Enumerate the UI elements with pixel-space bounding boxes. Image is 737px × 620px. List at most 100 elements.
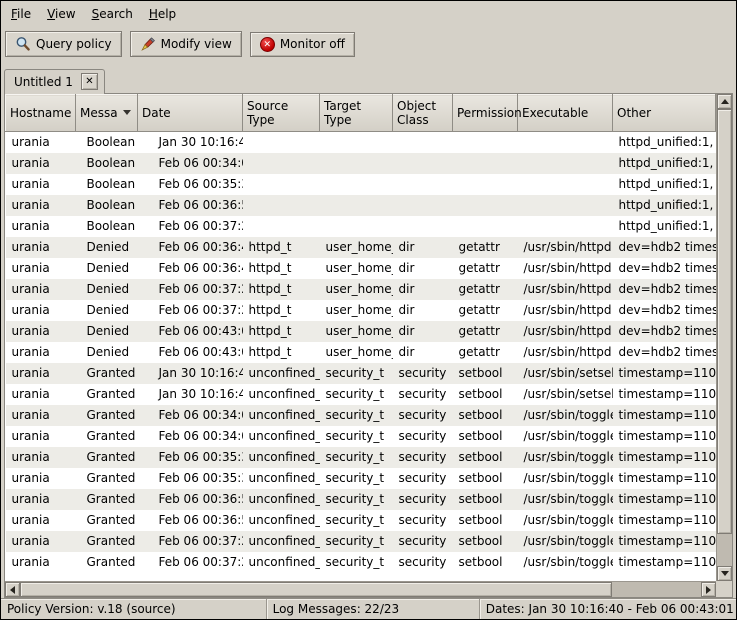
table-row[interactable]: uraniaDeniedFeb 06 00:37:27httpd_tuser_h… — [6, 279, 716, 300]
horizontal-scrollbar-thumb[interactable] — [20, 582, 612, 597]
table-row[interactable]: uraniaGrantedFeb 06 00:37:25unconfined_s… — [6, 552, 716, 573]
table-row[interactable]: uraniaGrantedFeb 06 00:36:56unconfined_s… — [6, 489, 716, 510]
table-cell: urania — [6, 531, 76, 552]
menu-file[interactable]: File — [3, 4, 39, 24]
modify-view-label: Modify view — [161, 37, 232, 51]
scroll-down-button[interactable] — [717, 566, 732, 581]
table-cell: httpd_unified:1, h — [613, 174, 716, 195]
table-row[interactable]: uraniaBooleanJan 30 10:16:40httpd_unifie… — [6, 132, 716, 153]
table-row[interactable]: uraniaGrantedJan 30 10:16:40unconfined_s… — [6, 384, 716, 405]
monitor-off-icon: ✕ — [260, 37, 275, 52]
table-cell: timestamp=11076 — [613, 447, 716, 468]
menu-help[interactable]: Help — [141, 4, 184, 24]
table-cell: Feb 06 00:36:56 — [138, 510, 243, 531]
table-cell: Feb 06 00:35:35 — [138, 174, 243, 195]
table-cell: setbool — [453, 405, 518, 426]
table-row[interactable]: uraniaGrantedFeb 06 00:36:56unconfined_s… — [6, 510, 716, 531]
magnifier-icon — [15, 36, 31, 52]
table-row[interactable]: uraniaBooleanFeb 06 00:36:56httpd_unifie… — [6, 195, 716, 216]
table-cell: Denied — [76, 300, 138, 321]
toolbar: Query policy Modify view ✕ Monitor off — [1, 26, 736, 64]
table-cell: security — [393, 489, 453, 510]
table-row[interactable]: uraniaBooleanFeb 06 00:34:01httpd_unifie… — [6, 153, 716, 174]
table-cell: getattr — [453, 258, 518, 279]
table-cell: setbool — [453, 447, 518, 468]
table-cell: /usr/sbin/toggle — [518, 426, 613, 447]
table-cell: /usr/sbin/httpd — [518, 279, 613, 300]
menu-search[interactable]: Search — [84, 4, 141, 24]
scroll-right-button[interactable] — [701, 582, 716, 597]
horizontal-scrollbar[interactable] — [5, 581, 716, 597]
table-cell — [453, 216, 518, 237]
table-cell: getattr — [453, 237, 518, 258]
table-cell: dev=hdb2 timesta — [613, 279, 716, 300]
table-cell: urania — [6, 237, 76, 258]
menu-view[interactable]: View — [39, 4, 83, 24]
table-body: uraniaBooleanJan 30 10:16:40httpd_unifie… — [6, 132, 716, 573]
table-cell: httpd_t — [243, 321, 320, 342]
column-header-object-class[interactable]: Object Class — [393, 95, 453, 132]
table-cell: unconfined_ — [243, 426, 320, 447]
table-cell — [518, 216, 613, 237]
table-cell: security_t — [320, 384, 393, 405]
table-cell: dir — [393, 279, 453, 300]
table-cell — [393, 153, 453, 174]
table-row[interactable]: uraniaDeniedFeb 06 00:43:01httpd_tuser_h… — [6, 321, 716, 342]
table-row[interactable]: uraniaGrantedFeb 06 00:35:35unconfined_s… — [6, 447, 716, 468]
table-cell: Feb 06 00:34:01 — [138, 426, 243, 447]
vertical-scrollbar[interactable] — [716, 94, 732, 581]
scroll-up-button[interactable] — [717, 94, 732, 109]
column-header-message[interactable]: Messa — [76, 95, 138, 132]
modify-view-button[interactable]: Modify view — [130, 31, 242, 57]
table-row[interactable]: uraniaGrantedFeb 06 00:34:01unconfined_s… — [6, 426, 716, 447]
table-row[interactable]: uraniaGrantedFeb 06 00:35:35unconfined_s… — [6, 468, 716, 489]
column-header-permission[interactable]: Permission — [453, 95, 518, 132]
table-cell: /usr/sbin/toggle — [518, 552, 613, 573]
column-header-hostname[interactable]: Hostname — [6, 95, 76, 132]
table-cell: /usr/sbin/httpd — [518, 237, 613, 258]
column-header-date[interactable]: Date — [138, 95, 243, 132]
table-cell: unconfined_ — [243, 468, 320, 489]
table-cell — [243, 174, 320, 195]
arrow-up-icon — [721, 99, 729, 104]
scroll-left-button[interactable] — [5, 582, 20, 597]
column-header-source-type[interactable]: Source Type — [243, 95, 320, 132]
table-cell: Feb 06 00:37:27 — [138, 300, 243, 321]
table-cell — [518, 153, 613, 174]
table-row[interactable]: uraniaBooleanFeb 06 00:35:35httpd_unifie… — [6, 174, 716, 195]
table-row[interactable]: uraniaGrantedJan 30 10:16:40unconfined_s… — [6, 363, 716, 384]
horizontal-scrollbar-trough[interactable] — [20, 582, 701, 597]
arrow-left-icon — [10, 586, 15, 594]
table-cell: httpd_unified:1, h — [613, 216, 716, 237]
table-row[interactable]: uraniaDeniedFeb 06 00:36:44httpd_tuser_h… — [6, 258, 716, 279]
tab-close-button[interactable]: ✕ — [81, 73, 98, 90]
statusbar: Policy Version: v.18 (source) Log Messag… — [1, 598, 736, 619]
table-row[interactable]: uraniaDeniedFeb 06 00:36:44httpd_tuser_h… — [6, 237, 716, 258]
table-cell: Feb 06 00:37:25 — [138, 552, 243, 573]
table-cell: security — [393, 468, 453, 489]
table-cell: httpd_t — [243, 342, 320, 363]
column-header-target-type[interactable]: Target Type — [320, 95, 393, 132]
vertical-scrollbar-trough[interactable] — [717, 109, 732, 566]
table-cell: Feb 06 00:43:01 — [138, 321, 243, 342]
column-header-other[interactable]: Other — [613, 95, 716, 132]
table-cell: urania — [6, 447, 76, 468]
monitor-off-button[interactable]: ✕ Monitor off — [250, 32, 355, 57]
table-cell: urania — [6, 195, 76, 216]
column-header-executable[interactable]: Executable — [518, 95, 613, 132]
vertical-scrollbar-thumb[interactable] — [717, 109, 732, 534]
tab-bar: Untitled 1 ✕ — [1, 64, 736, 93]
table-cell: /usr/sbin/toggle — [518, 510, 613, 531]
table-row[interactable]: uraniaGrantedFeb 06 00:37:25unconfined_s… — [6, 531, 716, 552]
table-cell: dev=hdb2 timesta — [613, 300, 716, 321]
query-policy-button[interactable]: Query policy — [5, 31, 122, 57]
table-row[interactable]: uraniaDeniedFeb 06 00:37:27httpd_tuser_h… — [6, 300, 716, 321]
tab-untitled-1[interactable]: Untitled 1 ✕ — [4, 69, 105, 94]
table-row[interactable]: uraniaDeniedFeb 06 00:43:01httpd_tuser_h… — [6, 342, 716, 363]
table-row[interactable]: uraniaGrantedFeb 06 00:34:01unconfined_s… — [6, 405, 716, 426]
table-cell: unconfined_ — [243, 510, 320, 531]
table-cell: /usr/sbin/toggle — [518, 447, 613, 468]
table-cell: unconfined_ — [243, 552, 320, 573]
table-cell: Feb 06 00:36:56 — [138, 489, 243, 510]
table-row[interactable]: uraniaBooleanFeb 06 00:37:25httpd_unifie… — [6, 216, 716, 237]
